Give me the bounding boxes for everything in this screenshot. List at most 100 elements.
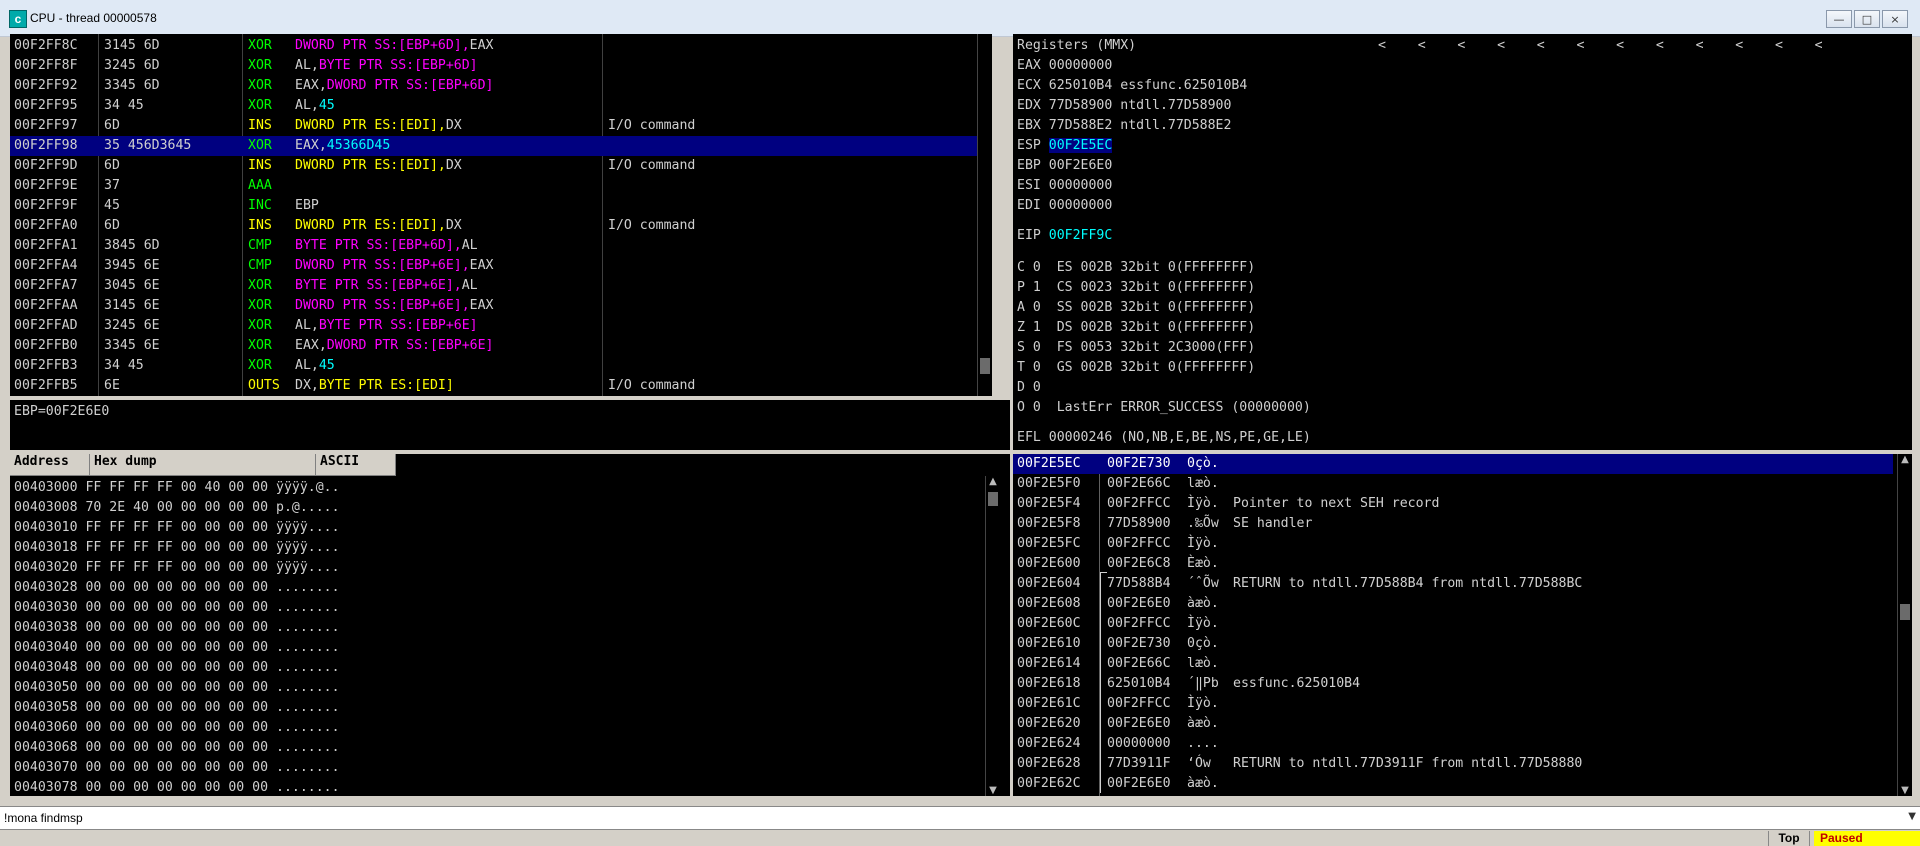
register-row[interactable]: EBP 00F2E6E0 — [1017, 156, 1120, 176]
register-row[interactable]: ESP 00F2E5EC — [1017, 136, 1120, 156]
minimize-button[interactable]: — — [1826, 10, 1852, 28]
scroll-down-arrow[interactable]: ▼ — [986, 785, 1000, 796]
registers-pane[interactable]: Registers (MMX) < < < < < < < < < < < < … — [1013, 34, 1912, 450]
stack-row[interactable]: 00F2E614 00F2E66C læò. — [1013, 654, 1893, 674]
dump-row[interactable]: 00403028 00 00 00 00 00 00 00 00 .......… — [14, 578, 340, 598]
disasm-row[interactable]: 00F2FF8F 3245 6D XOR AL,BYTE PTR SS:[EBP+6D… — [10, 56, 992, 76]
dump-row[interactable]: 00403020 FF FF FF FF 00 00 00 00 ÿÿÿÿ...… — [14, 558, 340, 578]
dump-row[interactable]: 00403010 FF FF FF FF 00 00 00 00 ÿÿÿÿ...… — [14, 518, 340, 538]
stack-row[interactable]: 00F2E5F8 77D58900 .‰Õw SE handler — [1013, 514, 1893, 534]
memory-dump-pane[interactable]: Address Hex dump ASCII 00403000 FF FF FF… — [10, 454, 1010, 796]
register-row[interactable]: ECX 625010B4 essfunc.625010B4 — [1017, 76, 1247, 96]
stack-row[interactable]: 00F2E5EC 00F2E730 0çò. — [1013, 454, 1893, 474]
disasm-row[interactable]: 00F2FFA7 3045 6E XOR BYTE PTR SS:[EBP+6E],A… — [10, 276, 992, 296]
dump-row[interactable]: 00403048 00 00 00 00 00 00 00 00 .......… — [14, 658, 340, 678]
register-value[interactable]: 00000000 — [1049, 198, 1113, 213]
flag-row[interactable]: D 0 — [1017, 378, 1041, 398]
scrollbar-thumb[interactable] — [988, 492, 998, 506]
disasm-row[interactable]: 00F2FFB5 6E OUTS DX,BYTE PTR ES:[EDI] I/O co… — [10, 376, 992, 396]
dump-row[interactable]: 00403030 00 00 00 00 00 00 00 00 .......… — [14, 598, 340, 618]
register-value[interactable]: 625010B4 — [1049, 78, 1113, 93]
disasm-row[interactable]: 00F2FF95 34 45 XOR AL,45 — [10, 96, 992, 116]
disassembly-pane[interactable]: 00F2FF8C 3145 6D XOR DWORD PTR SS:[EBP+6D],… — [10, 34, 992, 396]
stack-row[interactable]: 00F2E620 00F2E6E0 àæò. — [1013, 714, 1893, 734]
stack-row[interactable]: 00F2E5FC 00F2FFCC Ìÿò. — [1013, 534, 1893, 554]
stack-row[interactable]: 00F2E610 00F2E730 0çò. — [1013, 634, 1893, 654]
efl-row[interactable]: EFL 00000246 (NO,NB,E,BE,NS,PE,GE,LE) — [1017, 428, 1311, 448]
stack-row[interactable]: 00F2E600 00F2E6C8 Èæò. — [1013, 554, 1893, 574]
stack-row[interactable]: 00F2E5F0 00F2E66C læò. — [1013, 474, 1893, 494]
dump-row[interactable]: 00403050 00 00 00 00 00 00 00 00 .......… — [14, 678, 340, 698]
dump-row[interactable]: 00403018 FF FF FF FF 00 00 00 00 ÿÿÿÿ...… — [14, 538, 340, 558]
scroll-down-arrow[interactable]: ▼ — [1898, 785, 1912, 796]
dump-row[interactable]: 00403078 00 00 00 00 00 00 00 00 .......… — [14, 778, 340, 796]
disasm-row[interactable]: 00F2FFAA 3145 6E XOR DWORD PTR SS:[EBP+6E],… — [10, 296, 992, 316]
dump-header-ascii[interactable]: ASCII — [316, 454, 396, 476]
stack-row[interactable]: 00F2E62C 00F2E6E0 àæò. — [1013, 774, 1893, 794]
dump-row[interactable]: 00403060 00 00 00 00 00 00 00 00 .......… — [14, 718, 340, 738]
disasm-row[interactable]: 00F2FF92 3345 6D XOR EAX,DWORD PTR SS:[EBP+… — [10, 76, 992, 96]
disasm-row[interactable]: 00F2FFB0 3345 6E XOR EAX,DWORD PTR SS:[EBP+… — [10, 336, 992, 356]
stack-row[interactable]: 00F2E60C 00F2FFCC Ìÿò. — [1013, 614, 1893, 634]
disasm-row[interactable]: 00F2FF98 35 456D3645 XOR EAX,45366D45 — [10, 136, 992, 156]
stack-pane[interactable]: 00F2E5EC 00F2E730 0çò. 00F2E5F0 00F2E66C læò.… — [1013, 454, 1912, 796]
dump-row[interactable]: 00403040 00 00 00 00 00 00 00 00 .......… — [14, 638, 340, 658]
dump-header-hex[interactable]: Hex dump — [90, 454, 316, 476]
register-row[interactable]: ESI 00000000 — [1017, 176, 1120, 196]
dump-row[interactable]: 00403070 00 00 00 00 00 00 00 00 .......… — [14, 758, 340, 778]
register-row-eip[interactable]: EIP 00F2FF9C — [1017, 226, 1112, 246]
disasm-row[interactable]: 00F2FFA1 3845 6D CMP BYTE PTR SS:[EBP+6D],A… — [10, 236, 992, 256]
register-row[interactable]: EDI 00000000 — [1017, 196, 1120, 216]
disasm-row[interactable]: 00F2FF9D 6D INS DWORD PTR ES:[EDI],DX I/O co… — [10, 156, 992, 176]
chevron-down-icon[interactable]: ▼ — [1908, 811, 1916, 822]
register-value[interactable]: 00F2E6E0 — [1049, 158, 1113, 173]
register-row[interactable]: EAX 00000000 — [1017, 56, 1120, 76]
dump-row[interactable]: 00403068 00 00 00 00 00 00 00 00 .......… — [14, 738, 340, 758]
stack-row[interactable]: 00F2E608 00F2E6E0 àæò. — [1013, 594, 1893, 614]
stack-row[interactable]: 00F2E618 625010B4 ´‖Pb essfunc.625010B4 — [1013, 674, 1893, 694]
stack-row[interactable]: 00F2E628 77D3911F ‘Ów RETURN to ntdll.77D39… — [1013, 754, 1893, 774]
flag-row[interactable]: S 0 FS 0053 32bit 2C3000(FFF) — [1017, 338, 1255, 358]
disasm-row[interactable]: 00F2FFB3 34 45 XOR AL,45 — [10, 356, 992, 376]
register-value[interactable]: 00F2FF9C — [1049, 228, 1113, 243]
dump-row[interactable]: 00403000 FF FF FF FF 00 40 00 00 ÿÿÿÿ.@.… — [14, 478, 340, 498]
stack-row[interactable]: 00F2E5F4 00F2FFCC Ìÿò. Pointer to next SEH … — [1013, 494, 1893, 514]
register-row[interactable]: EDX 77D58900 ntdll.77D58900 — [1017, 96, 1231, 116]
maximize-button[interactable]: □ — [1854, 10, 1880, 28]
register-value[interactable]: 00000000 — [1049, 178, 1113, 193]
flag-row[interactable]: T 0 GS 002B 32bit 0(FFFFFFFF) — [1017, 358, 1255, 378]
register-value[interactable]: 00000000 — [1049, 58, 1113, 73]
scroll-up-arrow[interactable]: ▲ — [986, 476, 1000, 487]
disasm-row[interactable]: 00F2FF97 6D INS DWORD PTR ES:[EDI],DX I/O co… — [10, 116, 992, 136]
stack-row[interactable]: 00F2E61C 00F2FFCC Ìÿò. — [1013, 694, 1893, 714]
register-value[interactable]: 00F2E5EC — [1048, 138, 1113, 153]
flag-row[interactable]: O 0 LastErr ERROR_SUCCESS (00000000) — [1017, 398, 1311, 418]
disasm-row[interactable]: 00F2FF9E 37 AAA — [10, 176, 992, 196]
scrollbar-thumb[interactable] — [1900, 604, 1910, 620]
close-button[interactable]: × — [1882, 10, 1908, 28]
dump-row[interactable]: 00403058 00 00 00 00 00 00 00 00 .......… — [14, 698, 340, 718]
flag-row[interactable]: Z 1 DS 002B 32bit 0(FFFFFFFF) — [1017, 318, 1255, 338]
dump-header-address[interactable]: Address — [10, 454, 90, 476]
dump-row[interactable]: 00403038 00 00 00 00 00 00 00 00 .......… — [14, 618, 340, 638]
scroll-up-arrow[interactable]: ▲ — [1898, 454, 1912, 465]
disasm-row[interactable]: 00F2FF9F 45 INC EBP — [10, 196, 992, 216]
flag-row[interactable]: P 1 CS 0023 32bit 0(FFFFFFFF) — [1017, 278, 1255, 298]
disasm-row[interactable]: 00F2FFA4 3945 6E CMP DWORD PTR SS:[EBP+6E],… — [10, 256, 992, 276]
dump-scrollbar[interactable]: ▲ ▼ — [985, 476, 1000, 796]
disassembly-scrollbar[interactable] — [977, 34, 992, 396]
scrollbar-thumb[interactable] — [980, 358, 990, 374]
stack-row[interactable]: 00F2E624 00000000.... — [1013, 734, 1893, 754]
register-row[interactable]: EBX 77D588E2 ntdll.77D588E2 — [1017, 116, 1231, 136]
flag-row[interactable]: C 0 ES 002B 32bit 0(FFFFFFFF) — [1017, 258, 1255, 278]
register-value[interactable]: 77D588E2 — [1049, 118, 1113, 133]
disasm-row[interactable]: 00F2FF8C 3145 6D XOR DWORD PTR SS:[EBP+6D],… — [10, 36, 992, 56]
stack-scrollbar[interactable]: ▲ ▼ — [1897, 454, 1912, 796]
command-input[interactable]: !mona findmsp — [4, 811, 83, 825]
command-bar[interactable]: !mona findmsp ▼ — [0, 806, 1920, 830]
register-scroll-arrows[interactable]: < < < < < < < < < < < < — [1378, 36, 1823, 56]
stack-row[interactable]: 00F2E604 77D588B4 ´ˆÕw RETURN to ntdll.77D5… — [1013, 574, 1893, 594]
register-value[interactable]: 77D58900 — [1049, 98, 1113, 113]
disasm-row[interactable]: 00F2FFA0 6D INS DWORD PTR ES:[EDI],DX I/O co… — [10, 216, 992, 236]
disasm-row[interactable]: 00F2FFAD 3245 6E XOR AL,BYTE PTR SS:[EBP+6E… — [10, 316, 992, 336]
